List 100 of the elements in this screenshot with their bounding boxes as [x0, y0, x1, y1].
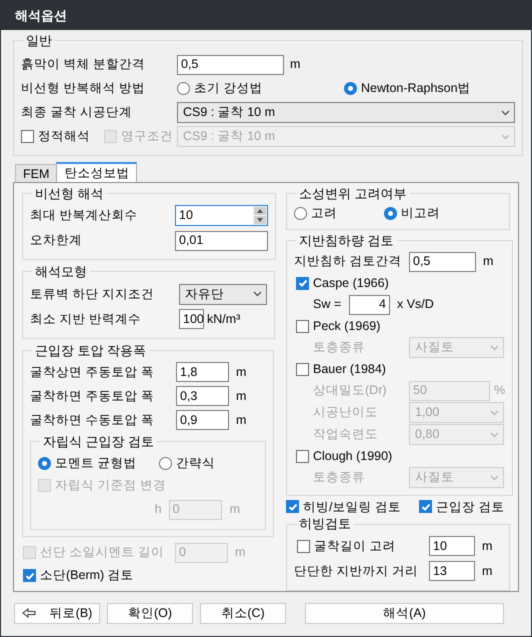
dialog-button[interactable]: 해석(A) — [305, 602, 504, 624]
input-field[interactable]: 0,3 — [176, 386, 229, 406]
chevron-down-icon — [490, 344, 499, 350]
field-label: 상대밀도(Dr) — [313, 382, 388, 400]
radio-button[interactable] — [38, 456, 51, 470]
field-label: 시공난이도 — [313, 404, 379, 422]
tab[interactable]: FEM — [15, 164, 58, 182]
dialog-button[interactable]: 취소(C) — [200, 602, 286, 624]
unit-label: m — [482, 538, 492, 555]
chevron-down-icon — [490, 410, 499, 416]
field-label: 최대 반복계산회수 — [30, 207, 138, 224]
checkbox[interactable] — [21, 130, 34, 143]
group-title: 근입장 토압 작용폭 — [34, 342, 148, 360]
checkbox-label: Bauer (1984) — [313, 360, 386, 378]
checkbox-label: 정적해석 — [38, 128, 90, 146]
input-field[interactable]: 100 — [179, 309, 204, 329]
unit-label: m — [290, 56, 300, 74]
checkbox-label: Clough (1990) — [313, 448, 392, 465]
checkbox[interactable] — [419, 500, 432, 514]
checkbox-label: Peck (1969) — [313, 318, 380, 335]
checkbox-label: 히빙/보일링 검토 — [303, 498, 401, 516]
radio-button[interactable] — [159, 456, 172, 470]
chevron-down-icon — [501, 110, 510, 116]
input-field[interactable]: 4 — [349, 294, 390, 314]
radio-button[interactable] — [294, 206, 307, 220]
unit-label: m — [235, 544, 246, 562]
chevron-down-icon — [253, 291, 262, 297]
checkbox[interactable] — [296, 276, 309, 290]
input-field[interactable]: 13 — [429, 561, 475, 582]
back-button[interactable]: 뒤로(B) — [14, 602, 100, 624]
unit-label: m — [236, 364, 246, 381]
group-title: 지반침하량 검토 — [298, 232, 395, 250]
group-title: 일반 — [25, 32, 53, 50]
chevron-down-icon — [501, 134, 510, 140]
checkbox-label: 소단(Berm) 검토 — [40, 567, 134, 584]
checkbox[interactable] — [296, 362, 309, 376]
checkbox[interactable] — [297, 540, 310, 553]
dialog-button[interactable]: 확인(O) — [107, 602, 193, 624]
spin-down-icon[interactable] — [254, 216, 266, 224]
window-title: 해석옵션 — [14, 6, 68, 25]
checkbox-label: 자립식 기준점 변경 — [55, 477, 166, 494]
input-field[interactable]: 0,5 — [177, 54, 284, 74]
field-label: 최종 굴착 시공단계 — [21, 104, 133, 122]
dropdown[interactable]: 자유단 — [179, 284, 267, 304]
arrow-left-icon — [22, 608, 36, 618]
radio-button[interactable] — [384, 206, 397, 220]
checkbox[interactable] — [296, 450, 309, 462]
field-label: 오차한계 — [30, 232, 83, 250]
field-label: Sw = — [313, 296, 342, 314]
chevron-down-icon — [490, 432, 499, 438]
checkbox-label: 선단 소일시멘트 길이 — [40, 544, 164, 562]
checkbox[interactable] — [23, 569, 36, 582]
unit-label: x Vs/D — [397, 296, 434, 314]
unit-label: kN/m³ — [207, 310, 240, 328]
group-title: 해석모형 — [34, 263, 88, 281]
field-label: 굴착하면 주동토압 폭 — [30, 388, 155, 405]
radio-label: 비고려 — [401, 204, 440, 222]
radio-button[interactable] — [344, 82, 357, 95]
group-title: 히빙검토 — [298, 515, 352, 534]
unit-label: % — [494, 382, 506, 400]
spin-field[interactable]: 10 — [175, 205, 268, 226]
field-label: 토류벽 하단 지지조건 — [30, 286, 155, 303]
group-title: 자립식 근입장 검토 — [42, 433, 156, 451]
field-label: 토층종류 — [313, 339, 366, 356]
radio-label: 고려 — [311, 204, 337, 222]
input-field[interactable]: 0,9 — [176, 410, 229, 430]
checkbox[interactable] — [296, 320, 309, 332]
checkbox-label: 영구조건 — [121, 128, 173, 146]
input-field[interactable]: 0,01 — [175, 230, 268, 250]
checkbox-label: Caspe (1966) — [313, 274, 389, 292]
field-label: h — [154, 501, 162, 518]
checkbox[interactable] — [286, 500, 299, 514]
radio-button[interactable] — [177, 82, 190, 95]
dropdown[interactable]: CS9 : 굴착 10 m — [177, 102, 515, 123]
field-label: 작업숙련도 — [313, 426, 379, 444]
radio-label: Newton-Raphson법 — [361, 80, 471, 98]
unit-label: m — [483, 253, 494, 270]
input-field[interactable]: 1,8 — [176, 362, 229, 382]
field-label: 최소 지반 반력계수 — [30, 310, 142, 328]
field-label: 굴착하면 수동토압 폭 — [30, 412, 155, 429]
checkbox-label: 근입장 검토 — [436, 498, 504, 516]
field-label: 흙막이 벽체 분할간격 — [21, 56, 146, 74]
field-label: 지반침하 검토간격 — [294, 253, 402, 270]
spin-up-icon[interactable] — [254, 207, 266, 215]
tab[interactable]: 탄소성보법 — [56, 162, 138, 182]
input-field[interactable]: 10 — [429, 536, 475, 556]
field-label: 굴착상면 주동토압 폭 — [30, 364, 155, 381]
unit-label: m — [236, 388, 246, 405]
chevron-down-icon — [490, 474, 499, 480]
radio-label: 초기 강성법 — [194, 80, 262, 98]
radio-label: 모멘트 균형법 — [55, 454, 136, 472]
unit-label: m — [236, 412, 246, 429]
group-title: 비선형 해석 — [34, 184, 105, 202]
field-label: 단단한 지반까지 거리 — [294, 562, 419, 580]
field-label: 토층종류 — [313, 469, 366, 486]
checkbox-label: 굴착길이 고려 — [314, 538, 396, 555]
group-title: 소성변위 고려여부 — [298, 184, 408, 202]
radio-label: 간략식 — [176, 454, 215, 472]
field-label: 비선형 반복해석 방법 — [21, 80, 146, 98]
input-field[interactable]: 0,5 — [409, 252, 476, 272]
